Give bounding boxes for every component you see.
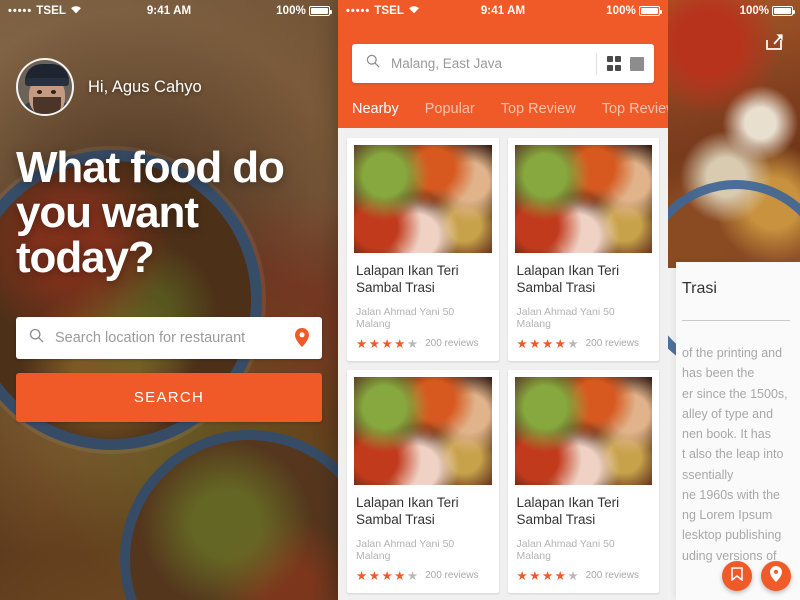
home-status-bar: ••••• TSEL 9:41 AM 100%	[0, 0, 338, 22]
detail-action-buttons	[722, 561, 791, 591]
description-line: ne 1960s with the	[682, 487, 780, 502]
location-search-value: Malang, East Java	[391, 56, 503, 71]
restaurant-name: Lalapan Ikan Teri Sambal Trasi	[356, 495, 459, 528]
category-tabs: Nearby Popular Top Review Top Review	[338, 101, 668, 128]
list-status-bar: ••••• TSEL 9:41 AM 100%	[338, 0, 668, 22]
restaurant-card[interactable]: Lalapan Ikan Teri Sambal Trasi Jalan Ahm…	[507, 370, 659, 594]
restaurant-name: Lalapan Ikan Teri Sambal Trasi	[516, 263, 620, 296]
grid-view-icon[interactable]	[606, 56, 621, 71]
description-line: nen book. It has	[682, 427, 771, 441]
battery-percent-label: 100%	[739, 5, 769, 17]
clock-label: 9:41 AM	[480, 5, 526, 17]
battery-icon	[772, 6, 796, 16]
restaurant-thumbnail	[514, 145, 652, 253]
restaurant-thumbnail	[354, 377, 492, 486]
bookmark-button[interactable]	[722, 561, 752, 591]
restaurant-card-grid: Lalapan Ikan Teri Sambal Trasi Jalan Ahm…	[338, 128, 668, 600]
search-icon	[366, 54, 380, 73]
location-pin-icon[interactable]	[295, 328, 309, 348]
restaurant-address: Jalan Ahmad Yani 50 Malang	[516, 537, 615, 562]
list-header: ••••• TSEL 9:41 AM 100% Malang, East Jav…	[338, 0, 668, 128]
location-pin-icon	[770, 565, 782, 587]
detail-status-bar: 100%	[668, 0, 800, 22]
restaurant-address: Jalan Ahmad Yani 50 Malang	[356, 537, 455, 562]
tab-popular[interactable]: Popular	[425, 101, 475, 128]
location-search-input[interactable]: Malang, East Java	[352, 44, 654, 83]
restaurant-detail-screen: 100% Trasi of the printing and has been …	[668, 0, 800, 600]
description-line: alley of type and	[682, 406, 774, 421]
tab-top-review[interactable]: Top Review	[501, 101, 576, 128]
search-icon	[29, 328, 44, 348]
restaurant-address: Jalan Ahmad Yani 50 Malang	[356, 305, 455, 330]
avatar[interactable]	[16, 58, 74, 116]
restaurant-address: Jalan Ahmad Yani 50 Malang	[516, 305, 615, 330]
description-line: er since the 1500s,	[682, 386, 788, 401]
battery-icon	[639, 6, 663, 16]
page-title: What food do you want today?	[16, 143, 285, 282]
restaurant-card[interactable]: Lalapan Ikan Teri Sambal Trasi Jalan Ahm…	[507, 138, 659, 362]
list-view-icon[interactable]	[630, 56, 644, 71]
divider	[595, 52, 597, 75]
restaurant-name: Lalapan Ikan Teri Sambal Trasi	[356, 263, 459, 296]
search-input-placeholder: Search location for restaurant	[55, 329, 246, 346]
restaurant-name: Lalapan Ikan Teri Sambal Trasi	[516, 495, 620, 528]
home-search-area: Search location for restaurant SEARCH	[16, 316, 322, 422]
restaurant-card[interactable]: Lalapan Ikan Teri Sambal Trasi Jalan Ahm…	[347, 138, 499, 362]
rating-stars: ★ ★ ★ ★ ★	[356, 568, 419, 583]
detail-description: of the printing and has been the er sinc…	[676, 321, 800, 566]
map-location-button[interactable]	[761, 561, 791, 591]
clock-label: 9:41 AM	[146, 5, 192, 17]
search-location-input[interactable]: Search location for restaurant	[16, 316, 322, 359]
detail-title: Trasi	[682, 280, 717, 297]
battery-icon	[309, 6, 333, 16]
search-button[interactable]: SEARCH	[16, 372, 322, 422]
detail-hero-image: 100%	[668, 0, 800, 376]
rating-stars: ★ ★ ★ ★ ★	[516, 568, 579, 583]
restaurant-thumbnail	[354, 145, 492, 253]
review-count: 200 reviews	[425, 570, 479, 582]
greeting-label: Hi, Agus Cahyo	[88, 77, 202, 96]
rating-stars: ★ ★ ★ ★ ★	[516, 336, 579, 351]
description-line: ng Lorem Ipsum	[682, 508, 773, 522]
restaurant-card[interactable]: Lalapan Ikan Teri Sambal Trasi Jalan Ahm…	[347, 370, 499, 594]
bookmark-icon	[731, 566, 743, 586]
restaurant-thumbnail	[514, 377, 652, 486]
restaurant-list-screen: ••••• TSEL 9:41 AM 100% Malang, East Jav…	[338, 0, 668, 600]
tab-nearby[interactable]: Nearby	[352, 101, 399, 128]
detail-content-card: Trasi of the printing and has been the e…	[676, 262, 800, 600]
description-line: ssentially	[682, 467, 734, 482]
tab-top-review-2[interactable]: Top Review	[602, 101, 668, 128]
greeting-row: Hi, Agus Cahyo	[0, 22, 338, 116]
description-line: lesktop publishing	[682, 528, 782, 543]
review-count: 200 reviews	[585, 570, 639, 582]
review-count: 200 reviews	[585, 338, 639, 350]
share-icon[interactable]	[764, 32, 784, 57]
description-line: has been the	[682, 366, 755, 381]
rating-stars: ★ ★ ★ ★ ★	[356, 336, 419, 351]
review-count: 200 reviews	[425, 338, 479, 350]
description-line: of the printing and	[682, 346, 783, 360]
list-search-area: Malang, East Java	[338, 22, 668, 83]
description-line: t also the leap into	[682, 447, 784, 462]
home-screen: ••••• TSEL 9:41 AM 100% Hi, Agus Cahyo W…	[0, 0, 338, 600]
